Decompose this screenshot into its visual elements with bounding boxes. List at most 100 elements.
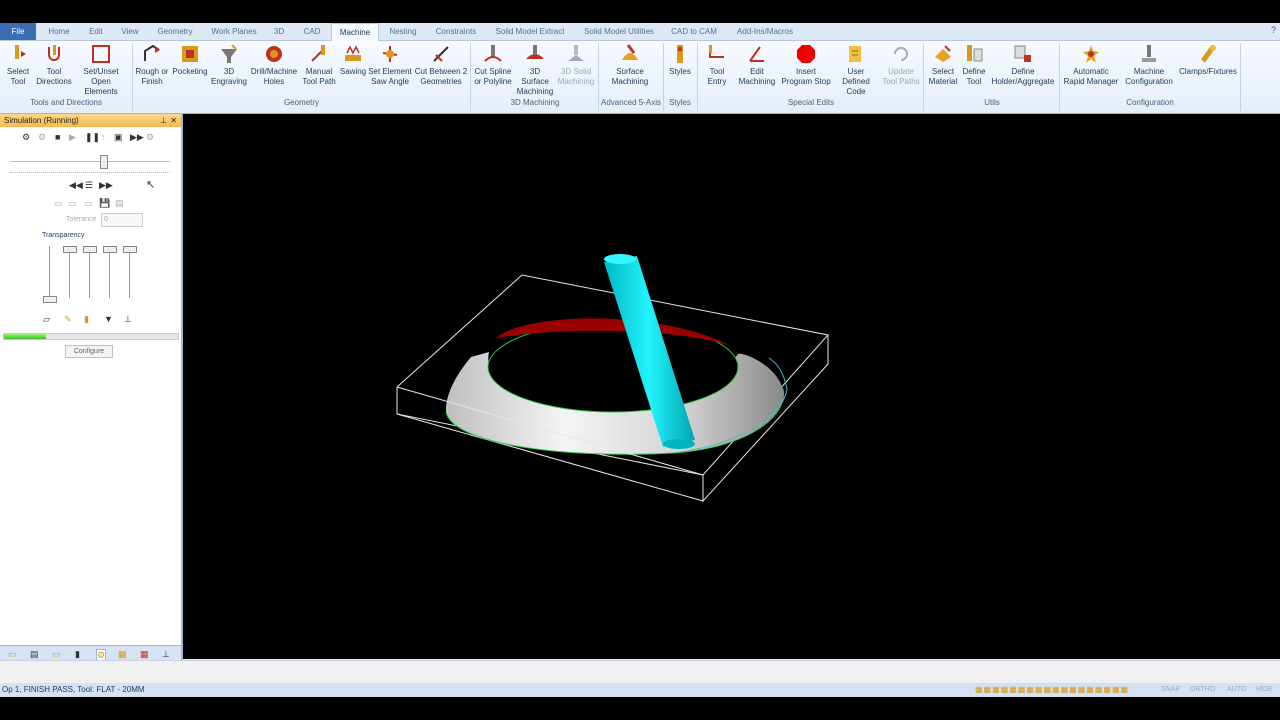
edit-machining-button[interactable]: Edit Machining <box>735 43 779 87</box>
workplane-tab-icon[interactable]: ⊥ <box>162 649 170 660</box>
3d-engraving-button[interactable]: 3D Engraving <box>210 43 248 87</box>
run-icon[interactable]: ⚙ <box>22 132 30 143</box>
tools-tab-icon[interactable]: ▮ <box>75 649 80 660</box>
compare-3-icon[interactable]: ▭ <box>84 198 93 209</box>
tab-edit[interactable]: Edit <box>82 23 110 40</box>
drill-machine-holes-button[interactable]: Drill/Machine Holes <box>249 43 299 87</box>
ribbon-separator <box>470 43 471 111</box>
list-icon[interactable]: ▤ <box>115 198 124 209</box>
select-tool-button[interactable]: Select Tool <box>2 43 34 87</box>
tool-entry-button[interactable]: Tool Entry <box>700 43 734 87</box>
tab-geometry[interactable]: Geometry <box>152 23 198 40</box>
layers-tab-icon[interactable]: ▤ <box>30 649 39 660</box>
tab-file[interactable]: File <box>0 23 36 40</box>
transparency-thumb-tool[interactable] <box>83 246 97 253</box>
manual-tool-path-button[interactable]: Manual Tool Path <box>300 43 338 87</box>
tab-3d[interactable]: 3D <box>268 23 290 40</box>
help-button[interactable]: ? <box>1271 25 1276 35</box>
configure-button[interactable]: Configure <box>65 345 113 358</box>
drill-machine-holes-label: Drill/Machine Holes <box>250 67 298 86</box>
rough-or-finish-button[interactable]: Rough or Finish <box>134 43 170 87</box>
folder-tab-icon[interactable]: ▭ <box>8 649 17 660</box>
machine-configuration-button[interactable]: Machine Configuration <box>1121 43 1177 87</box>
tab-cad-to-cam[interactable]: CAD to CAM <box>666 23 722 40</box>
tab-add-ins-macros[interactable]: Add-Ins/Macros <box>730 23 800 40</box>
tab-nesting[interactable]: Nesting <box>382 23 424 40</box>
open-elements-icon <box>92 45 110 63</box>
transparency-slider-machine[interactable] <box>129 246 130 298</box>
set-unset-open-elements-button[interactable]: Set/Unset Open Elements <box>74 43 128 97</box>
play-icon[interactable]: ▶ <box>69 132 76 143</box>
tool-directions-button[interactable]: Tool Directions <box>36 43 72 87</box>
3d-surface-machining-button[interactable]: 3D Surface Machining <box>515 43 555 97</box>
compare-icon[interactable]: ▭ <box>54 198 63 209</box>
report-tab-icon[interactable]: ▦ <box>140 649 149 660</box>
ops-tab-icon[interactable]: ▦ <box>118 649 127 660</box>
3d-solid-machining-button[interactable]: 3D Solid Machining <box>556 43 596 87</box>
user-defined-code-button[interactable]: User Defined Code <box>833 43 879 97</box>
step-block-icon[interactable]: ▣ <box>114 132 123 143</box>
select-material-button[interactable]: Select Material <box>926 43 960 87</box>
transparency-thumb-holder[interactable] <box>103 246 117 253</box>
tab-work-planes[interactable]: Work Planes <box>205 23 263 40</box>
close-icon[interactable]: ✕ <box>170 114 177 127</box>
tab-cad[interactable]: CAD <box>296 23 328 40</box>
pause-icon[interactable]: ❚❚ <box>85 132 100 143</box>
rewind-icon[interactable]: ◀◀ <box>69 180 83 191</box>
group-utils: Utils <box>984 98 1000 107</box>
forward-icon[interactable]: ▶▶ <box>99 180 113 191</box>
speed-slider-thumb[interactable] <box>100 155 108 169</box>
simulation-panel-title: Simulation (Running) ⊥ ✕ <box>0 114 181 127</box>
clamps-fixtures-button[interactable]: Clamps/Fixtures <box>1178 43 1238 77</box>
tab-home[interactable]: Home <box>40 23 78 40</box>
auto-toggle[interactable]: AUTO <box>1227 683 1246 697</box>
define-tool-button[interactable]: Define Tool <box>960 43 988 87</box>
save-icon[interactable]: 💾 <box>99 198 110 209</box>
tab-solid-model-extract[interactable]: Solid Model Extract <box>490 23 570 40</box>
transparency-slider-tool[interactable] <box>89 246 90 298</box>
speed-slider-track[interactable] <box>10 161 170 162</box>
tolerance-field[interactable]: 0 <box>101 213 143 227</box>
status-icons[interactable]: ▦▦▦▦▦▦▦▦▦▦▦▦▦▦▦▦▦▦ <box>975 683 1129 697</box>
3d-viewport[interactable] <box>183 114 1280 659</box>
tool-entry-label: Tool Entry <box>707 67 727 86</box>
ortho-toggle[interactable]: ORTHO <box>1190 683 1215 697</box>
menu-icon[interactable]: ☰ <box>85 180 93 191</box>
transparency-slider-stock[interactable] <box>49 246 50 298</box>
step-icon[interactable]: ↑ <box>101 132 106 142</box>
next-op-icon[interactable]: ▶▶ <box>130 132 144 143</box>
surface-machining-button[interactable]: Surface Machining <box>604 43 656 87</box>
tab-machine[interactable]: Machine <box>331 23 379 41</box>
update-tool-paths-button[interactable]: Update Tool Paths <box>880 43 922 87</box>
tab-view[interactable]: View <box>114 23 146 40</box>
pocketing-button[interactable]: Pocketing <box>171 43 209 77</box>
tab-solid-model-utilities[interactable]: Solid Model Utilities <box>577 23 661 40</box>
cut-spline-or-polyline-button[interactable]: Cut Spline or Polyline <box>472 43 514 87</box>
transparency-thumb-stock[interactable] <box>43 296 57 303</box>
transparency-slider-part[interactable] <box>69 246 70 298</box>
styles-button[interactable]: Styles <box>666 43 694 77</box>
insert-program-stop-button[interactable]: Insert Program Stop <box>780 43 832 87</box>
define-holder-aggregate-button[interactable]: Define Holder/Aggregate <box>989 43 1057 87</box>
hide-toggle[interactable]: HIDE <box>1256 683 1273 697</box>
transparency-thumb-machine[interactable] <box>123 246 137 253</box>
sawing-button[interactable]: Sawing <box>339 43 367 77</box>
transparency-thumb-part[interactable] <box>63 246 77 253</box>
run-all-icon[interactable]: ⚙ <box>38 132 46 143</box>
tab-constraints[interactable]: Constraints <box>430 23 482 40</box>
transparency-slider-holder[interactable] <box>109 246 110 298</box>
select-material-icon <box>935 45 951 62</box>
set-unset-open-elements-label: Set/Unset Open Elements <box>83 67 119 96</box>
compare-2-icon[interactable]: ▭ <box>68 198 77 209</box>
group-styles: Styles <box>669 98 691 107</box>
tool-entry-icon <box>709 45 724 58</box>
attributes-tab-icon[interactable]: ▭ <box>52 649 61 660</box>
cut-between-2-geometries-button[interactable]: Cut Between 2 Geometries <box>413 43 469 87</box>
automatic-rapid-manager-button[interactable]: Automatic Rapid Manager <box>1062 43 1120 87</box>
settings-icon[interactable]: ⚙ <box>146 132 154 143</box>
stop-icon[interactable]: ■ <box>55 132 60 142</box>
snap-toggle[interactable]: SNAP <box>1161 683 1180 697</box>
pin-icon[interactable]: ⊥ <box>160 114 167 127</box>
set-element-saw-angle-button[interactable]: Set Element Saw Angle <box>368 43 412 87</box>
ribbon: Select Tool Tool Directions Set/Unset Op… <box>0 41 1280 114</box>
